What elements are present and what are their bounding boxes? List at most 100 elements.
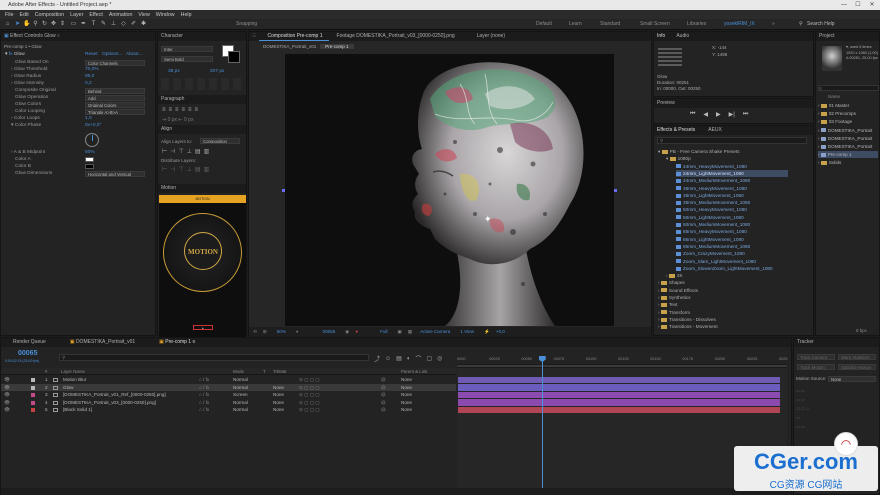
preset-item[interactable]: 50mm_MediumMovement_1080 bbox=[676, 221, 750, 228]
parent-pickwhip-icon[interactable]: @ bbox=[381, 391, 386, 399]
stabilize-motion-button[interactable]: Stabilize Motion bbox=[838, 364, 876, 370]
mask-icon[interactable]: ◎ bbox=[437, 355, 442, 362]
layer-3d-switches[interactable]: ⊙ ▢ ▢ ▢ bbox=[299, 384, 320, 392]
stamp-tool-icon[interactable]: ⊥ bbox=[110, 21, 117, 28]
paragraph-align-buttons[interactable]: ≡≡≡≡≡≡ bbox=[162, 107, 201, 113]
stroke-color-swatch[interactable] bbox=[228, 51, 240, 63]
tab-project[interactable]: Project bbox=[816, 32, 879, 41]
workspace-custom[interactable]: yoseklRIM_IX bbox=[724, 21, 755, 27]
layer-mode-dropdown[interactable]: Normal bbox=[233, 406, 248, 414]
layer-trkmat-dropdown[interactable]: None bbox=[273, 384, 284, 392]
shy-layers-icon[interactable]: ☺ bbox=[385, 356, 391, 362]
effects-folder[interactable]: › Transitions - Movement bbox=[658, 323, 718, 330]
grid-icon[interactable]: ⊞ bbox=[263, 329, 267, 335]
preset-item[interactable]: Zoom_SlowenZoom_LightMovement_1080 bbox=[676, 265, 773, 272]
tab-footage[interactable]: Footage DOMESTIKA_Portrait_v03_[0000-025… bbox=[328, 32, 461, 41]
snapshot-icon[interactable]: ◉ bbox=[345, 329, 349, 335]
preset-1080p-folder[interactable]: ▾ 1080p bbox=[666, 155, 691, 162]
project-item[interactable]: › Pre-comp 1 bbox=[818, 151, 878, 159]
reset-link[interactable]: Reset bbox=[85, 51, 98, 58]
layer-name[interactable]: Motion Blur bbox=[63, 376, 86, 384]
tab-preview[interactable]: Preview bbox=[654, 99, 813, 108]
workspace-menu-icon[interactable]: » bbox=[772, 21, 775, 27]
preset-root-folder[interactable]: ▾ PB - Free Camera Shake Presets bbox=[658, 148, 739, 155]
layer-label-color[interactable] bbox=[31, 393, 35, 397]
roi-icon[interactable]: ▣ bbox=[398, 329, 402, 335]
dolly-tool-icon[interactable]: ⇕ bbox=[59, 21, 66, 28]
zoom-tool-icon[interactable]: ⚲ bbox=[32, 21, 39, 28]
layer-duration-bar[interactable] bbox=[458, 376, 780, 383]
tab-render-queue[interactable]: Render Queue bbox=[1, 338, 54, 347]
type-tool-icon[interactable]: T bbox=[90, 21, 97, 28]
layer-duration-bar[interactable] bbox=[458, 406, 780, 413]
layer-switches[interactable]: ⌂ / fx bbox=[199, 384, 209, 392]
leading-value[interactable]: 207 px bbox=[210, 68, 224, 75]
preset-item[interactable]: 24mm_MediumMovement_1080 bbox=[676, 177, 750, 184]
menu-help[interactable]: Help bbox=[181, 12, 192, 18]
tab-info[interactable]: Info bbox=[654, 32, 666, 41]
composition-canvas[interactable]: ✦ bbox=[285, 54, 614, 326]
preset-item[interactable]: 24mm_LightMovement_1080 bbox=[676, 169, 788, 178]
col-mode[interactable]: Mode bbox=[233, 369, 244, 374]
project-item[interactable]: › 02 Precomps bbox=[818, 110, 878, 117]
preset-item[interactable]: 24mm_HeavyMovement_1080 bbox=[676, 163, 747, 170]
layer-parent-dropdown[interactable]: None bbox=[401, 376, 412, 384]
preset-item[interactable]: 85mm_MediumMovement_1080 bbox=[676, 243, 750, 250]
layer-mode-dropdown[interactable]: Screen bbox=[233, 391, 248, 399]
project-item[interactable]: › Solids bbox=[818, 159, 878, 166]
first-frame-icon[interactable]: ⏮ bbox=[690, 111, 695, 118]
layer-row[interactable]: 👁 2 Glow ⌂ / fx Normal None ⊙ ▢ ▢ ▢ @ None bbox=[1, 383, 456, 392]
font-style-dropdown[interactable]: Semi Bold bbox=[161, 56, 213, 62]
col-trkmat[interactable]: TrkMat bbox=[273, 369, 287, 374]
effects-folder[interactable]: › Shapes bbox=[658, 279, 685, 286]
color-a-swatch[interactable] bbox=[85, 157, 94, 162]
tab-audio[interactable]: Audio bbox=[673, 32, 690, 41]
layer-parent-dropdown[interactable]: None bbox=[401, 391, 412, 399]
layer-name[interactable]: [DOMESTIKA_Portrait_v03_[0000-0250].png] bbox=[63, 399, 156, 407]
tab-align[interactable]: Align bbox=[158, 125, 246, 134]
project-search-input[interactable]: ⚲ bbox=[818, 85, 879, 91]
eraser-tool-icon[interactable]: ◇ bbox=[120, 21, 127, 28]
preset-item[interactable]: 50mm_LightMovement_1080 bbox=[676, 214, 744, 221]
menu-layer[interactable]: Layer bbox=[70, 12, 83, 18]
glow-operation-dropdown[interactable]: Add bbox=[85, 95, 145, 101]
col-parent[interactable]: Parent & Link bbox=[401, 369, 427, 374]
home-icon[interactable]: ⌂ bbox=[4, 21, 11, 28]
layer-label-color[interactable] bbox=[31, 378, 35, 382]
menu-composition[interactable]: Composition bbox=[35, 12, 64, 18]
tab-layer[interactable]: Layer (none) bbox=[460, 32, 505, 41]
menu-file[interactable]: File bbox=[5, 12, 14, 18]
distribute-buttons[interactable]: ⊢⊣⊤⊥▤▥ bbox=[162, 166, 212, 173]
tab-timeline-main[interactable]: ▣ DOMESTIKA_Portrait_v01 bbox=[53, 338, 144, 347]
col-layer-name[interactable]: Layer Name bbox=[61, 369, 85, 374]
preset-item[interactable]: 35mm_MediumMovement_1080 bbox=[676, 199, 750, 206]
layer-label-color[interactable] bbox=[31, 408, 35, 412]
search-help-input[interactable]: Search Help bbox=[807, 21, 835, 27]
always-preview-icon[interactable]: ⟲ bbox=[253, 329, 257, 335]
search-icon[interactable]: ⚲ bbox=[799, 21, 803, 27]
menu-window[interactable]: Window bbox=[156, 12, 175, 18]
preset-item[interactable]: 50mm_HeavyMovement_1080 bbox=[676, 206, 747, 213]
warp-stabilizer-button[interactable]: Warp Stabilizer bbox=[838, 354, 876, 360]
tab-effect-controls[interactable]: ▣ Effect Controls Glow ≡ bbox=[1, 32, 155, 41]
visibility-eye-icon[interactable]: 👁 bbox=[4, 399, 10, 407]
pan-tool-icon[interactable]: ✥ bbox=[50, 21, 57, 28]
anchor-point-icon[interactable]: ✦ bbox=[484, 215, 492, 225]
font-family-dropdown[interactable]: Inter bbox=[161, 46, 213, 52]
tab-motion[interactable]: Motion bbox=[158, 184, 246, 193]
layer-mode-dropdown[interactable]: Normal bbox=[233, 384, 248, 392]
canvas-handle-left[interactable] bbox=[282, 189, 285, 192]
visibility-eye-icon[interactable]: 👁 bbox=[4, 391, 10, 399]
layer-3d-switches[interactable]: ⊙ ▢ ▢ ▢ bbox=[299, 399, 320, 407]
next-frame-icon[interactable]: ▶| bbox=[729, 111, 735, 118]
parent-pickwhip-icon[interactable]: @ bbox=[381, 399, 386, 407]
render-layer-icon[interactable]: ▢ bbox=[426, 355, 432, 362]
preset-item[interactable]: 85mm_HeavyMovement_1080 bbox=[676, 228, 747, 235]
effects-folder[interactable]: › Transitions - Dissolves bbox=[658, 316, 716, 323]
play-icon[interactable]: ▶ bbox=[716, 111, 721, 118]
orbit-tool-icon[interactable]: ↻ bbox=[41, 21, 48, 28]
playhead[interactable] bbox=[538, 356, 546, 495]
resolution-dropdown[interactable]: Full bbox=[380, 329, 387, 334]
visibility-eye-icon[interactable]: 👁 bbox=[4, 384, 10, 392]
timeline-current-time[interactable]: 00065 bbox=[18, 350, 37, 357]
